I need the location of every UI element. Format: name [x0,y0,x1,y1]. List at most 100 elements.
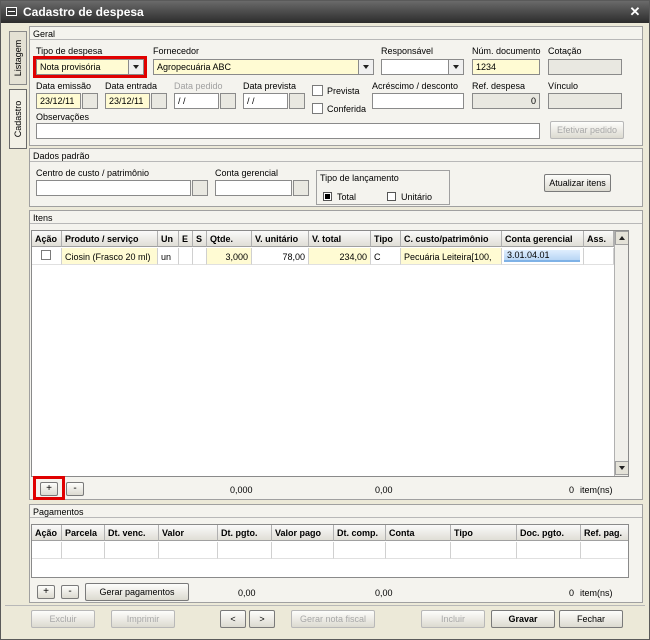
cotacao-input [548,59,622,75]
tab-listagem[interactable]: Listagem [9,31,27,85]
prevista-label: Prevista [327,86,360,96]
previous-button[interactable]: < [220,610,246,628]
responsavel-select[interactable] [381,59,464,75]
col-tipo[interactable]: Tipo [371,231,401,247]
calendar-icon [220,93,236,109]
conferida-checkbox[interactable] [312,103,323,114]
highlight-add-item [33,476,65,500]
col-produto[interactable]: Produto / serviço [62,231,158,247]
chevron-down-icon[interactable] [358,60,373,74]
chevron-down-icon[interactable] [448,60,463,74]
col-doc-pgto[interactable]: Doc. pgto. [517,525,581,541]
observacoes-label: Observações [36,112,90,122]
col-qtde[interactable]: Qtde. [207,231,252,247]
incluir-button[interactable]: Incluir [421,610,485,628]
tab-cadastro-label: Cadastro [13,100,23,138]
observacoes-input[interactable] [36,123,540,139]
col-conta[interactable]: Conta [386,525,451,541]
cell-c-custo[interactable]: Pecuária Leiteira[100, [401,248,502,265]
data-pedido-input: / / [174,93,219,109]
remove-payment-button[interactable]: - [61,585,79,599]
fornecedor-select[interactable]: Agropecuária ABC [153,59,374,75]
highlight-tipo-despesa [33,56,147,78]
num-documento-input[interactable]: 1234 [472,59,540,75]
cell-un[interactable]: un [158,248,179,265]
data-entrada-input[interactable]: 23/12/11 [105,93,150,109]
lookup-icon[interactable] [192,180,208,196]
col-parcela[interactable]: Parcela [62,525,105,541]
ref-despesa-label: Ref. despesa [472,81,526,91]
cell-tipo[interactable]: C [371,248,401,265]
col-dt-venc[interactable]: Dt. venc. [105,525,159,541]
window-menu-icon[interactable] [6,7,17,16]
cell-qtde[interactable]: 3,000 [207,248,252,265]
col-c-custo[interactable]: C. custo/patrimônio [401,231,502,247]
col-v-unitario[interactable]: V. unitário [252,231,309,247]
conta-gerencial-input[interactable] [215,180,292,196]
col-acao[interactable]: Ação [32,231,62,247]
fornecedor-value: Agropecuária ABC [157,62,232,72]
data-pedido-label: Data pedido [174,81,223,91]
pagamentos-total-valor: 0,00 [238,588,256,598]
gerar-pagamentos-button[interactable]: Gerar pagamentos [85,583,189,601]
close-icon[interactable]: ✕ [627,4,643,19]
atualizar-itens-button[interactable]: Atualizar itens [544,174,611,192]
col-conta-gerencial[interactable]: Conta gerencial [502,231,584,247]
radio-unitario-label: Unitário [401,192,433,202]
scroll-down-icon[interactable] [615,461,628,475]
radio-total[interactable] [323,192,332,201]
cell-ass[interactable] [584,248,614,265]
col-dt-comp[interactable]: Dt. comp. [334,525,386,541]
cell-conta-gerencial[interactable]: 3.01.04.01 [502,248,584,265]
add-payment-button[interactable]: + [37,585,55,599]
cell-v-total[interactable]: 234,00 [309,248,371,265]
gravar-button[interactable]: Gravar [491,610,555,628]
fornecedor-label: Fornecedor [153,46,200,56]
col-dt-pgto[interactable]: Dt. pgto. [218,525,272,541]
data-emissao-input[interactable]: 23/12/11 [36,93,81,109]
col-valor[interactable]: Valor [159,525,218,541]
excluir-button[interactable]: Excluir [31,610,95,628]
row-action-cell [32,248,62,265]
centro-custo-input[interactable] [36,180,191,196]
col-tipo[interactable]: Tipo [451,525,517,541]
next-button[interactable]: > [249,610,275,628]
cell-s[interactable] [193,248,207,265]
fechar-button[interactable]: Fechar [559,610,623,628]
window-title: Cadastro de despesa [23,5,144,19]
row-select-checkbox[interactable] [41,250,51,260]
conferida-label: Conferida [327,104,367,114]
dados-padrao-section: Dados padrão Centro de custo / patrimôni… [29,148,643,207]
col-ref-pag[interactable]: Ref. pag. [581,525,628,541]
col-e[interactable]: E [179,231,193,247]
lookup-icon[interactable] [293,180,309,196]
col-un[interactable]: Un [158,231,179,247]
pagamentos-grid: Ação Parcela Dt. venc. Valor Dt. pgto. V… [31,524,629,578]
acrescimo-input[interactable] [372,93,464,109]
pagamentos-count-label: item(ns) [580,588,613,598]
col-s[interactable]: S [193,231,207,247]
col-ass[interactable]: Ass. [584,231,614,247]
itens-count-label: item(ns) [580,485,613,495]
radio-unitario[interactable] [387,192,396,201]
imprimir-button[interactable]: Imprimir [111,610,175,628]
col-valor-pago[interactable]: Valor pago [272,525,334,541]
col-v-total[interactable]: V. total [309,231,371,247]
col-acao[interactable]: Ação [32,525,62,541]
tab-cadastro[interactable]: Cadastro [9,89,27,149]
scroll-up-icon[interactable] [615,231,628,245]
data-prevista-input[interactable]: / / [243,93,288,109]
itens-grid: Ação Produto / serviço Un E S Qtde. V. u… [31,230,629,477]
remove-item-button[interactable]: - [66,482,84,496]
cell-v-unitario[interactable]: 78,00 [252,248,309,265]
cell-produto[interactable]: Ciosin (Frasco 20 ml) [62,248,158,265]
itens-scrollbar[interactable] [614,231,628,476]
calendar-icon[interactable] [151,93,167,109]
calendar-icon[interactable] [82,93,98,109]
gerar-nota-fiscal-button[interactable]: Gerar nota fiscal [291,610,375,628]
cell-e[interactable] [179,248,193,265]
efetivar-pedido-button[interactable]: Efetivar pedido [550,121,624,139]
calendar-icon[interactable] [289,93,305,109]
num-documento-label: Núm. documento [472,46,541,56]
prevista-checkbox[interactable] [312,85,323,96]
